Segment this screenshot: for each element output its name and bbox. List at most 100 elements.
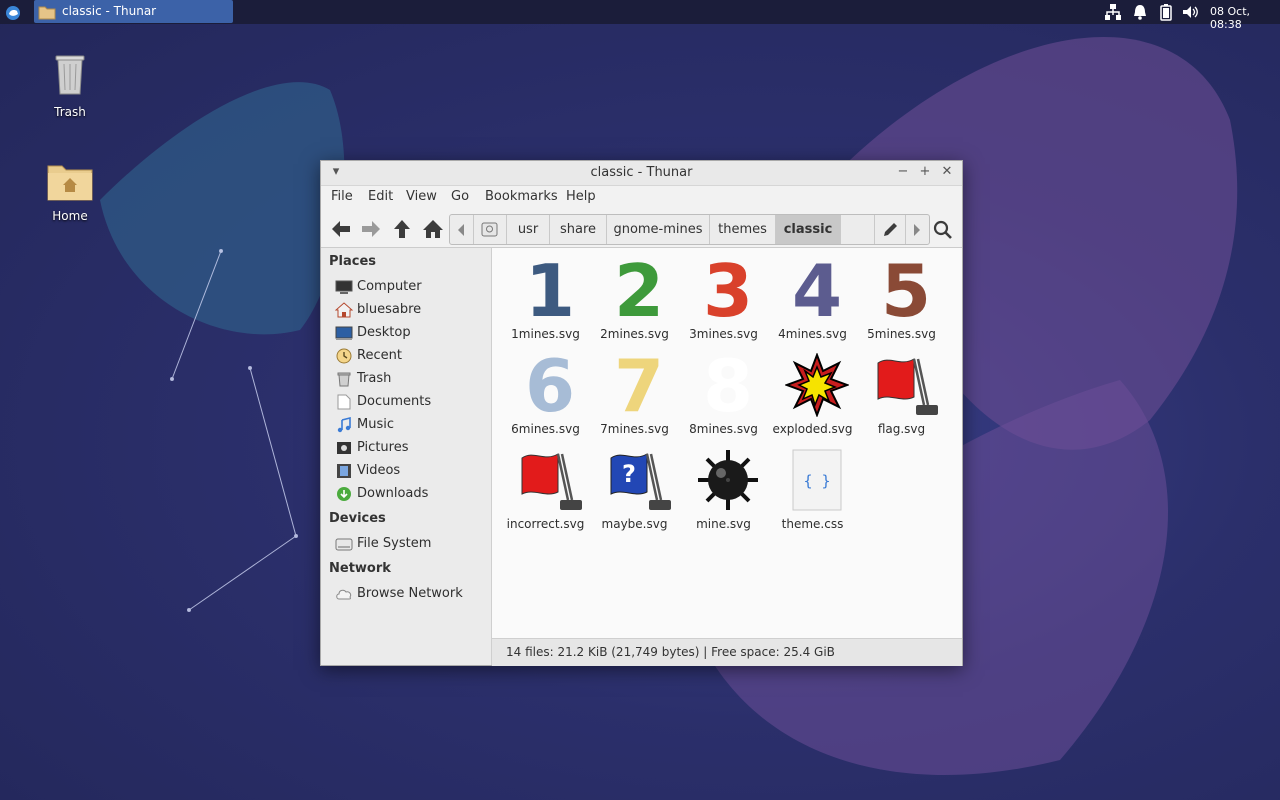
trash-icon — [55, 55, 85, 95]
menu-view[interactable]: View — [406, 189, 437, 204]
battery-icon[interactable] — [1157, 3, 1175, 21]
path-scroll-right-button[interactable] — [905, 215, 929, 244]
home-icon — [335, 302, 353, 318]
path-root-button[interactable] — [474, 215, 507, 244]
sidebar-heading-devices: Devices — [329, 511, 386, 526]
clock[interactable]: 08 Oct, 08:38 — [1210, 5, 1280, 31]
drive-icon — [335, 538, 353, 551]
sidebar-item-downloads[interactable]: Downloads — [335, 484, 485, 504]
file-item[interactable]: incorrect.svg — [498, 442, 587, 534]
download-icon — [337, 487, 351, 501]
file-item[interactable]: 2 2mines.svg — [587, 252, 676, 344]
recent-clock-icon — [336, 348, 352, 364]
file-name: mine.svg — [696, 517, 751, 531]
desktop-icon-label: Home — [52, 209, 88, 223]
file-item[interactable]: ? maybe.svg — [587, 442, 676, 534]
path-crumb-gnome-mines[interactable]: gnome-mines — [607, 215, 710, 244]
sidebar-item-documents[interactable]: Documents — [335, 392, 485, 412]
path-bar: usr share gnome-mines themes classic — [449, 214, 930, 245]
sidebar-item-computer[interactable]: Computer — [335, 277, 485, 297]
file-name: 4mines.svg — [778, 327, 847, 341]
sidebar-item-label: Browse Network — [357, 586, 463, 601]
menu-help[interactable]: Help — [566, 189, 596, 204]
music-note-icon — [337, 417, 351, 433]
sidebar-item-pictures[interactable]: Pictures — [335, 438, 485, 458]
file-item[interactable]: 5 5mines.svg — [854, 252, 943, 344]
number-5-icon: 5 — [881, 258, 931, 322]
file-name: 6mines.svg — [511, 422, 580, 436]
menu-file[interactable]: File — [331, 189, 353, 204]
file-item[interactable]: exploded.svg — [765, 347, 854, 439]
flag-icon — [877, 358, 938, 415]
file-item[interactable]: 1 1mines.svg — [498, 252, 587, 344]
notification-bell-icon[interactable] — [1131, 3, 1149, 21]
sidebar-item-trash[interactable]: Trash — [335, 369, 485, 389]
close-button[interactable]: ✕ — [940, 165, 954, 179]
explosion-icon — [785, 353, 849, 417]
back-arrow-icon[interactable] — [329, 218, 353, 240]
sidebar-item-label: Trash — [357, 371, 392, 386]
network-icon[interactable] — [1104, 3, 1122, 21]
file-item[interactable]: mine.svg — [676, 442, 765, 534]
menubar: File Edit View Go Bookmarks Help — [321, 186, 962, 208]
file-item[interactable]: 8 8mines.svg — [676, 347, 765, 439]
file-item[interactable]: 7 7mines.svg — [587, 347, 676, 439]
window-title: classic - Thunar — [590, 165, 693, 180]
menu-bookmarks[interactable]: Bookmarks — [485, 189, 558, 204]
file-name: flag.svg — [877, 422, 926, 436]
sidebar-heading-places: Places — [329, 254, 377, 269]
file-item[interactable]: flag.svg — [854, 347, 943, 439]
desktop-icon-trash[interactable]: Trash — [25, 50, 115, 119]
incorrect-flag-icon — [521, 453, 582, 510]
path-crumb-usr[interactable]: usr — [507, 215, 550, 244]
status-bar: 14 files: 21.2 KiB (21,749 bytes) | Free… — [492, 638, 962, 666]
sidebar-item-recent[interactable]: Recent — [335, 346, 485, 366]
path-crumb-share[interactable]: share — [550, 215, 607, 244]
number-1-icon: 1 — [525, 258, 575, 322]
whisker-menu-button[interactable] — [2, 2, 24, 22]
file-view: 1 1mines.svg 2 2mines.svg 3 3mines.svg 4 4mines… — [492, 248, 962, 638]
file-item[interactable]: 4 4mines.svg — [765, 252, 854, 344]
sidebar-heading-network: Network — [329, 561, 391, 576]
sidebar-item-bluesabre[interactable]: bluesabre — [335, 300, 485, 320]
sidebar-item-file-system[interactable]: File System — [335, 534, 485, 554]
taskbar-button-thunar[interactable]: classic - Thunar — [34, 0, 233, 23]
edit-location-button[interactable] — [874, 215, 906, 244]
menu-go[interactable]: Go — [451, 189, 469, 204]
maximize-button[interactable]: + — [918, 165, 932, 179]
svg-text:6: 6 — [525, 353, 575, 417]
home-icon[interactable] — [421, 218, 445, 240]
path-crumb-classic[interactable]: classic — [776, 215, 841, 244]
sidebar-item-label: Computer — [357, 279, 422, 294]
sidebar-item-videos[interactable]: Videos — [335, 461, 485, 481]
status-text: 14 files: 21.2 KiB (21,749 bytes) | Free… — [506, 645, 835, 659]
file-item[interactable]: { } theme.css — [765, 442, 854, 534]
forward-arrow-icon[interactable] — [359, 218, 383, 240]
sidebar-item-desktop[interactable]: Desktop — [335, 323, 485, 343]
search-icon[interactable] — [931, 218, 955, 240]
file-name: 1mines.svg — [511, 327, 580, 341]
file-item[interactable]: 3 3mines.svg — [676, 252, 765, 344]
minimize-button[interactable]: − — [896, 165, 910, 179]
desktop-icon-home[interactable]: Home — [25, 160, 115, 223]
file-name: exploded.svg — [772, 422, 853, 436]
sidebar-item-music[interactable]: Music — [335, 415, 485, 435]
path-scroll-left-button[interactable] — [450, 215, 474, 244]
file-name: 3mines.svg — [689, 327, 758, 341]
sidebar-item-browse-network[interactable]: Browse Network — [335, 584, 485, 604]
menu-edit[interactable]: Edit — [368, 189, 393, 204]
number-7-icon: 7 — [614, 353, 664, 417]
thunar-window: ▾ classic - Thunar − + ✕ File Edit View … — [320, 160, 963, 666]
svg-text:3: 3 — [703, 258, 753, 322]
chevron-right-icon — [914, 224, 920, 236]
path-crumb-themes[interactable]: themes — [710, 215, 776, 244]
window-titlebar[interactable]: ▾ classic - Thunar − + ✕ — [321, 161, 962, 186]
volume-icon[interactable] — [1181, 3, 1199, 21]
sidebar-item-label: Videos — [357, 463, 401, 478]
number-8-icon: 8 — [703, 353, 753, 417]
file-item[interactable]: 6 6mines.svg — [498, 347, 587, 439]
file-name: theme.css — [781, 517, 844, 531]
up-arrow-icon[interactable] — [390, 218, 414, 240]
folder-icon — [38, 6, 56, 20]
pictures-icon — [337, 442, 351, 454]
